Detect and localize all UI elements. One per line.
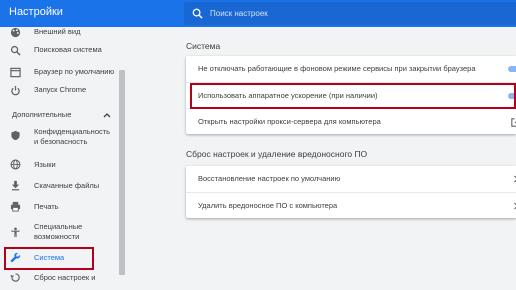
- highlight-frame-system: [4, 247, 94, 270]
- toggle-track: [508, 66, 516, 72]
- sidebar-scrollbar-thumb[interactable]: [119, 70, 125, 275]
- main-content: Система Не отключать работающие в фоново…: [129, 27, 516, 290]
- sidebar-item-accessibility[interactable]: Специальные возможности: [0, 222, 117, 248]
- setting-label: Открыть настройки прокси-сервера для ком…: [198, 117, 381, 126]
- sidebar-item-label: Внешний вид: [34, 27, 81, 36]
- reset-icon: [10, 273, 20, 282]
- top-bar: Настройки: [0, 0, 516, 27]
- setting-label: Восстановление настроек по умолчанию: [198, 174, 341, 183]
- chevron-up-icon[interactable]: [103, 112, 111, 118]
- palette-icon: [10, 27, 21, 38]
- chevron-right-icon: [514, 175, 516, 183]
- sidebar-item-search-engine[interactable]: Поисковая система: [0, 43, 117, 63]
- sidebar-item-default-browser[interactable]: Браузер по умолчанию: [0, 65, 117, 85]
- sidebar-item-label: Поисковая система: [34, 45, 102, 54]
- sidebar-item-label: Скачанные файлы: [34, 181, 100, 190]
- sidebar-item-reset[interactable]: Сброс настроек и: [0, 271, 117, 290]
- globe-icon: [10, 159, 21, 170]
- sidebar-item-label: Конфиденциальность и безопасность: [34, 127, 111, 146]
- setting-label: Удалить вредоносное ПО с компьютера: [198, 201, 338, 210]
- setting-label: Не отключать работающие в фоновом режиме…: [198, 64, 476, 73]
- sidebar-item-printing[interactable]: Печать: [0, 201, 117, 221]
- sidebar-item-label: Запуск Chrome: [34, 85, 87, 94]
- sidebar-item-label: Браузер по умолчанию: [34, 67, 115, 76]
- sidebar-item-languages[interactable]: Языки: [0, 159, 117, 179]
- background-apps-toggle[interactable]: [508, 65, 516, 73]
- section-title-system: Система: [186, 41, 221, 51]
- sidebar-item-label: Печать: [34, 202, 59, 211]
- setting-row-cleanup[interactable]: Удалить вредоносное ПО с компьютера: [186, 192, 516, 218]
- external-link-icon[interactable]: [510, 117, 516, 128]
- chevron-right-icon: [514, 202, 516, 210]
- sidebar-item-privacy[interactable]: Конфиденциальность и безопасность: [0, 127, 117, 153]
- sidebar-item-downloads[interactable]: Скачанные файлы: [0, 180, 117, 200]
- download-icon: [11, 180, 20, 191]
- search-input[interactable]: [210, 5, 500, 22]
- sidebar-item-label: Сброс настроек и: [34, 273, 96, 282]
- highlight-frame-hardware-acceleration: [190, 83, 516, 109]
- setting-row-background-apps[interactable]: Не отключать работающие в фоновом режиме…: [186, 56, 516, 82]
- sidebar-item-label: Языки: [34, 160, 56, 169]
- section-title-reset: Сброс настроек и удаление вредоносного П…: [186, 149, 368, 159]
- browser-icon: [10, 67, 21, 78]
- setting-row-proxy[interactable]: Открыть настройки прокси-сервера для ком…: [186, 108, 516, 134]
- search-icon: [192, 8, 203, 19]
- power-icon: [11, 85, 20, 96]
- reset-card: Восстановление настроек по умолчанию Уда…: [186, 166, 516, 218]
- search-box[interactable]: [184, 2, 516, 25]
- search-icon: [10, 45, 21, 56]
- page-title: Настройки: [9, 6, 63, 18]
- printer-icon: [10, 201, 21, 212]
- shield-icon: [11, 130, 20, 141]
- setting-row-restore-defaults[interactable]: Восстановление настроек по умолчанию: [186, 166, 516, 192]
- sidebar-item-label: Специальные возможности: [34, 222, 83, 241]
- sidebar-item-on-startup[interactable]: Запуск Chrome: [0, 83, 117, 103]
- sidebar-section-advanced[interactable]: Дополнительные: [12, 110, 71, 119]
- accessibility-icon: [11, 227, 20, 238]
